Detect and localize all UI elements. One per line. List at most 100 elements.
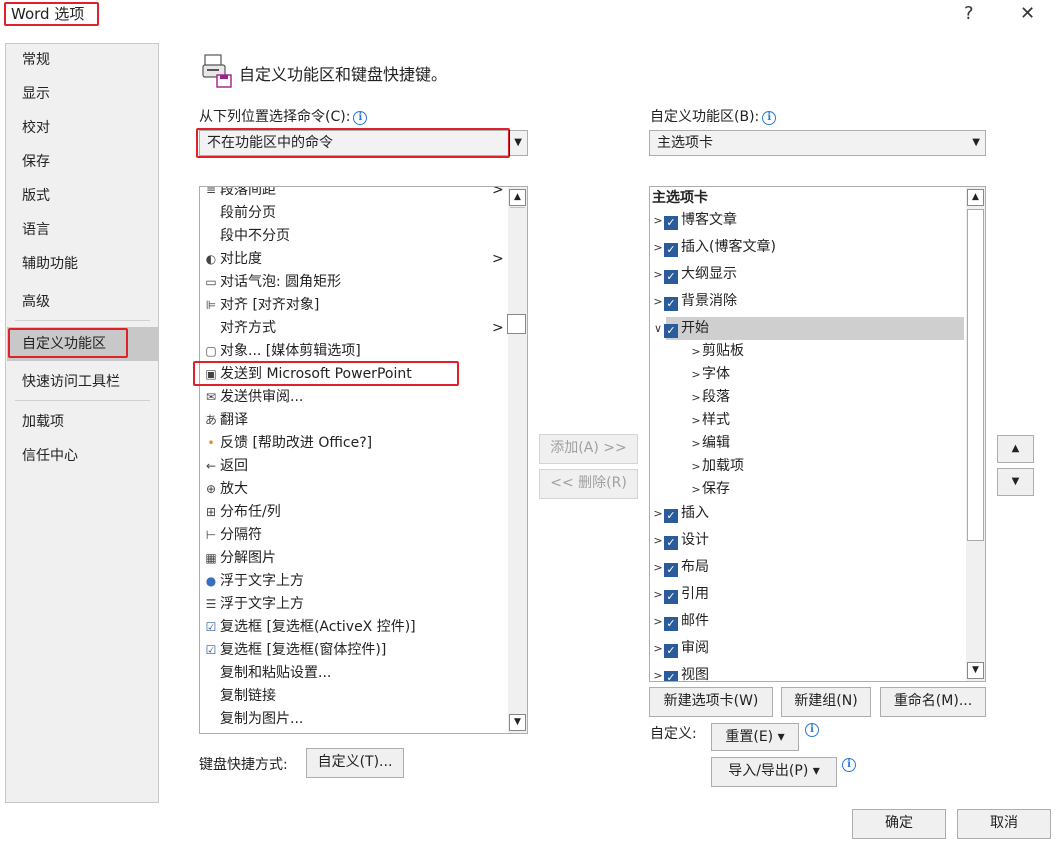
tab-checkbox[interactable]: ✓ <box>664 590 678 604</box>
command-item[interactable]: 对齐方式 > <box>202 317 507 340</box>
command-item[interactable]: 段中不分页 <box>202 225 507 248</box>
tab-checkbox[interactable]: ✓ <box>664 324 678 338</box>
cancel-button[interactable]: 取消 <box>957 809 1051 839</box>
command-item[interactable]: 复制为图片... <box>202 708 507 731</box>
ribbon-tab-item[interactable]: > ✓ 设计 <box>652 529 964 552</box>
ribbon-tree-scrollbar[interactable]: ▲ ▼ <box>966 187 985 681</box>
tab-checkbox[interactable]: ✓ <box>664 644 678 658</box>
command-item[interactable]: ● 浮于文字上方 <box>202 570 507 593</box>
chevron-right-icon[interactable]: > <box>690 386 702 409</box>
chevron-right-icon[interactable]: > <box>690 363 702 386</box>
nav-item-save[interactable]: 保存 <box>22 152 50 172</box>
chevron-right-icon[interactable]: > <box>690 409 702 432</box>
ribbon-tab-item[interactable]: > ✓ 插入(博客文章) <box>652 236 964 259</box>
chevron-right-icon[interactable]: > <box>690 455 702 478</box>
new-group-button[interactable]: 新建组(N) <box>781 687 871 717</box>
ribbon-group-item[interactable]: >编辑 <box>690 432 730 455</box>
chevron-right-icon[interactable]: > <box>652 502 664 525</box>
command-item[interactable]: ✉ 发送供审阅... <box>202 386 507 409</box>
tab-checkbox[interactable]: ✓ <box>664 671 678 681</box>
tab-checkbox[interactable]: ✓ <box>664 509 678 523</box>
command-item[interactable]: ⊫ 对齐 [对齐对象] <box>202 294 507 317</box>
ribbon-tab-item[interactable]: > ✓ 背景消除 <box>652 290 964 313</box>
command-item[interactable]: ☑ 复选框 [复选框(ActiveX 控件)] <box>202 616 507 639</box>
nav-item-quick-access-toolbar[interactable]: 快速访问工具栏 <box>22 372 120 392</box>
tab-checkbox[interactable]: ✓ <box>664 297 678 311</box>
command-item[interactable]: ◐ 对比度 > <box>202 248 507 271</box>
scroll-up-icon[interactable]: ▲ <box>967 189 984 206</box>
ok-button[interactable]: 确定 <box>852 809 946 839</box>
command-item[interactable]: ≡ 段落间距 > <box>202 187 507 202</box>
close-button[interactable]: ✕ <box>1020 4 1035 24</box>
chevron-right-icon[interactable]: > <box>652 583 664 606</box>
nav-item-advanced[interactable]: 高级 <box>22 292 50 312</box>
ribbon-tab-item[interactable]: > ✓ 博客文章 <box>652 209 964 232</box>
chevron-right-icon[interactable]: > <box>690 340 702 363</box>
ribbon-tab-item[interactable]: > ✓ 布局 <box>652 556 964 579</box>
nav-item-display[interactable]: 显示 <box>22 84 50 104</box>
nav-item-general[interactable]: 常规 <box>22 50 50 70</box>
ribbon-tabs-combo[interactable]: 主选项卡 ▼ <box>649 130 986 156</box>
nav-item-trust-center[interactable]: 信任中心 <box>22 446 78 466</box>
ribbon-tab-item[interactable]: > ✓ 视图 <box>652 664 964 681</box>
remove-button[interactable]: << 删除(R) <box>539 469 638 499</box>
ribbon-tab-item[interactable]: > ✓ 插入 <box>652 502 964 525</box>
nav-item-layout[interactable]: 版式 <box>22 186 50 206</box>
chevron-right-icon[interactable]: > <box>652 529 664 552</box>
command-item[interactable]: あ翻译 <box>202 409 507 432</box>
command-item[interactable]: ☰ 浮于文字上方 <box>202 593 507 616</box>
move-down-button[interactable]: ▼ <box>997 468 1034 496</box>
tab-checkbox[interactable]: ✓ <box>664 243 678 257</box>
command-item[interactable]: ▦ 分解图片 <box>202 547 507 570</box>
ribbon-group-item[interactable]: >段落 <box>690 386 730 409</box>
tab-checkbox[interactable]: ✓ <box>664 536 678 550</box>
nav-item-add-ins[interactable]: 加载项 <box>22 412 64 432</box>
rename-button[interactable]: 重命名(M)... <box>880 687 986 717</box>
chevron-down-icon[interactable]: ∨ <box>652 317 664 340</box>
tab-checkbox[interactable]: ✓ <box>664 216 678 230</box>
nav-item-customize-ribbon[interactable]: 自定义功能区 <box>22 334 106 354</box>
chevron-right-icon[interactable]: > <box>652 556 664 579</box>
commands-list-scrollbar[interactable]: ▲ ▼ <box>508 187 527 733</box>
command-item[interactable]: ⊕ 放大 <box>202 478 507 501</box>
help-button[interactable]: ? <box>964 4 974 24</box>
tab-checkbox[interactable]: ✓ <box>664 563 678 577</box>
scroll-thumb[interactable] <box>967 209 984 541</box>
ribbon-group-item[interactable]: >保存 <box>690 478 730 501</box>
chevron-right-icon[interactable]: > <box>652 209 664 232</box>
chevron-right-icon[interactable]: > <box>652 236 664 259</box>
chevron-right-icon[interactable]: > <box>652 664 664 681</box>
ribbon-tab-item[interactable]: > ✓ 邮件 <box>652 610 964 633</box>
ribbon-tab-item[interactable]: > ✓ 大纲显示 <box>652 263 964 286</box>
import-export-button[interactable]: 导入/导出(P) ▾ <box>711 757 837 787</box>
chevron-right-icon[interactable]: > <box>652 637 664 660</box>
command-item[interactable]: • 反馈 [帮助改进 Office?] <box>202 432 507 455</box>
command-item[interactable]: ⊞ 分布任/列 <box>202 501 507 524</box>
command-item[interactable]: 段前分页 <box>202 202 507 225</box>
command-item[interactable]: ☑ 复选框 [复选框(窗体控件)] <box>202 639 507 662</box>
chevron-right-icon[interactable]: > <box>652 610 664 633</box>
ribbon-group-item[interactable]: >样式 <box>690 409 730 432</box>
ribbon-group-item[interactable]: >剪贴板 <box>690 340 744 363</box>
tab-checkbox[interactable]: ✓ <box>664 270 678 284</box>
commands-list[interactable]: ≡ 段落间距 > 段前分页 段中不分页 ◐ 对比度 > ▭ 对话气泡: 圆角矩形 ⊫ 对齐 [对齐对象… <box>199 186 528 734</box>
command-item[interactable]: 复制链接 <box>202 685 507 708</box>
command-item[interactable]: ← 返回 <box>202 455 507 478</box>
chevron-right-icon[interactable]: > <box>652 290 664 313</box>
scroll-down-icon[interactable]: ▼ <box>509 714 526 731</box>
command-item[interactable]: ▢ 对象... [媒体剪辑选项] <box>202 340 507 363</box>
chevron-right-icon[interactable]: > <box>690 432 702 455</box>
ribbon-tab-item[interactable]: > ✓ 审阅 <box>652 637 964 660</box>
scroll-thumb[interactable] <box>510 207 525 208</box>
move-up-button[interactable]: ▲ <box>997 435 1034 463</box>
nav-item-language[interactable]: 语言 <box>22 220 50 240</box>
ribbon-tree[interactable]: 主选项卡 > ✓ 博客文章 > ✓ 插入(博客文章) > ✓ 大纲显示 > ✓ 背景消除 ∨ ✓ 开始 >剪贴… <box>649 186 986 682</box>
chevron-right-icon[interactable]: > <box>690 478 702 501</box>
add-button[interactable]: 添加(A) >> <box>539 434 638 464</box>
ribbon-group-item[interactable]: >字体 <box>690 363 730 386</box>
new-tab-button[interactable]: 新建选项卡(W) <box>649 687 773 717</box>
scroll-down-icon[interactable]: ▼ <box>967 662 984 679</box>
ribbon-tab-item[interactable]: > ✓ 引用 <box>652 583 964 606</box>
reset-button[interactable]: 重置(E) ▾ <box>711 723 799 751</box>
nav-item-proofing[interactable]: 校对 <box>22 118 50 138</box>
